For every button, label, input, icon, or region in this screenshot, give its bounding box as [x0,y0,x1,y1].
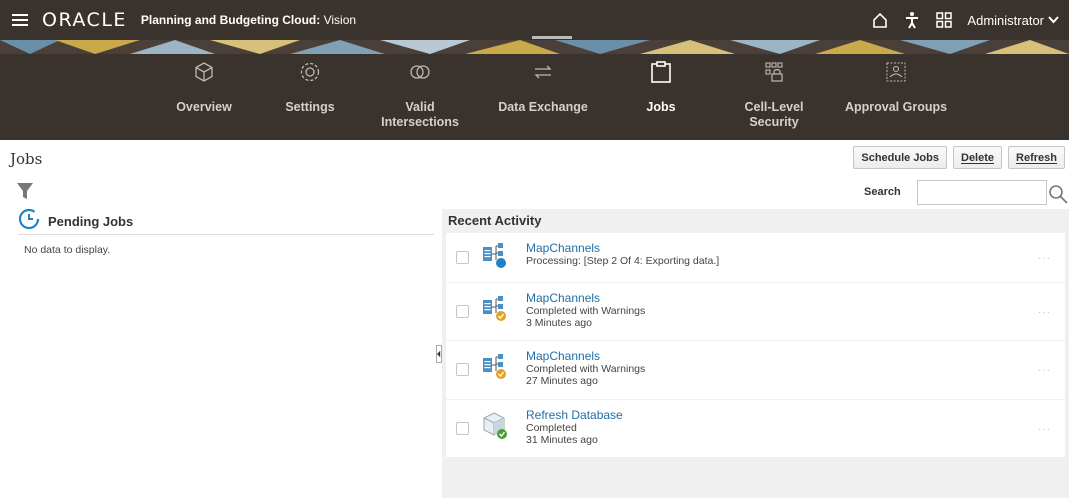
job-status: Completed with Warnings [526,305,646,317]
nav-label: Approval Groups [844,100,948,114]
no-data-message: No data to display. [24,244,111,256]
nav-valid-intersections[interactable]: Valid Intersections [365,54,475,140]
nav-overview[interactable]: Overview [149,54,259,140]
nav-label: Settings [285,100,335,114]
top-bar: ORACLE Planning and Budgeting Cloud: Vis… [0,0,1069,40]
job-name-link[interactable]: MapChannels [526,291,645,305]
recent-activity-title: Recent Activity [448,212,542,228]
job-row[interactable]: MapChannels Completed with Warnings 3 Mi… [446,283,1065,340]
cube-icon [192,60,216,84]
filter-icon[interactable] [16,182,34,205]
accessibility-icon[interactable] [903,11,921,29]
row-checkbox[interactable] [456,422,469,435]
intersections-icon [408,60,432,84]
page-actions: Schedule Jobs Delete Refresh [853,146,1065,169]
nav-label: Jobs [646,100,676,114]
row-checkbox[interactable] [456,363,469,376]
job-status: Completed [526,422,577,434]
job-time: 27 Minutes ago [526,375,598,387]
search-icon[interactable] [1048,184,1068,209]
approval-groups-icon [884,60,908,84]
delete-button[interactable]: Delete [953,146,1003,169]
job-time: 3 Minutes ago [526,317,592,329]
recent-activity-panel: Recent Activity MapChannels Processing: … [442,209,1069,498]
oracle-logo: ORACLE [42,9,127,31]
pending-jobs-title: Pending Jobs [48,214,134,229]
job-name-link[interactable]: MapChannels [526,241,719,255]
nav-approval-groups[interactable]: Approval Groups [840,54,952,140]
user-menu[interactable]: Administrator [967,13,1059,28]
refresh-button-label: Refresh [1016,151,1057,164]
pending-jobs-header: Pending Jobs [18,208,434,235]
nav-label: Valid Intersections [381,100,459,129]
pending-jobs-panel: Pending Jobs [18,208,434,235]
decorative-banner [0,40,1069,54]
nav-label: Cell-Level Security [744,100,804,129]
nav-label: Overview [176,100,232,114]
job-row[interactable]: MapChannels Completed with Warnings 27 M… [446,341,1065,399]
job-name-link[interactable]: Refresh Database [526,408,623,422]
refresh-button[interactable]: Refresh [1008,146,1065,169]
job-row[interactable]: MapChannels Processing: [Step 2 Of 4: Ex… [446,233,1065,282]
springboard-drag-handle[interactable] [532,36,572,39]
job-status: Processing: [Step 2 Of 4: Exporting data… [526,255,720,267]
job-warning-icon [482,295,508,328]
row-checkbox[interactable] [456,305,469,318]
app-name: Planning and Budgeting Cloud: Vision [141,13,356,27]
cell-security-icon [762,60,786,84]
schedule-jobs-button[interactable]: Schedule Jobs [853,146,947,169]
chevron-down-icon [1048,16,1059,24]
product-name: Planning and Budgeting Cloud: [140,13,321,27]
job-warning-icon [482,353,508,386]
job-processing-icon [482,242,508,275]
more-actions-icon[interactable]: ··· [1038,307,1051,318]
navigator-grid-icon[interactable] [935,11,953,29]
nav-jobs[interactable]: Jobs [606,54,716,140]
search-label: Search [864,186,901,198]
more-actions-icon[interactable]: ··· [1038,424,1051,435]
home-icon[interactable] [871,11,889,29]
jobs-navigation-strip: Overview Settings Valid Intersections Da… [0,54,1069,140]
nav-cell-level-security[interactable]: Cell-Level Security [719,54,829,140]
environment-name: Vision [323,13,357,27]
hamburger-menu-icon[interactable] [12,14,28,26]
nav-label: Data Exchange [498,100,588,114]
user-name: Administrator [967,12,1044,28]
nav-data-exchange[interactable]: Data Exchange [488,54,598,140]
exchange-arrows-icon [531,60,555,84]
nav-settings[interactable]: Settings [255,54,365,140]
job-row[interactable]: Refresh Database Completed 31 Minutes ag… [446,400,1065,457]
search-input[interactable] [917,180,1047,205]
clock-icon [18,208,40,235]
page-title: Jobs [10,150,43,168]
gear-icon [298,60,322,84]
job-name-link[interactable]: MapChannels [526,349,645,363]
job-status: Completed with Warnings [526,363,646,375]
row-checkbox[interactable] [456,251,469,264]
job-time: 31 Minutes ago [526,434,598,446]
caret-left-icon [437,350,441,358]
more-actions-icon[interactable]: ··· [1038,253,1051,264]
more-actions-icon[interactable]: ··· [1038,365,1051,376]
delete-button-label: Delete [961,151,995,164]
clipboard-icon [649,60,673,84]
job-completed-icon [482,411,510,446]
